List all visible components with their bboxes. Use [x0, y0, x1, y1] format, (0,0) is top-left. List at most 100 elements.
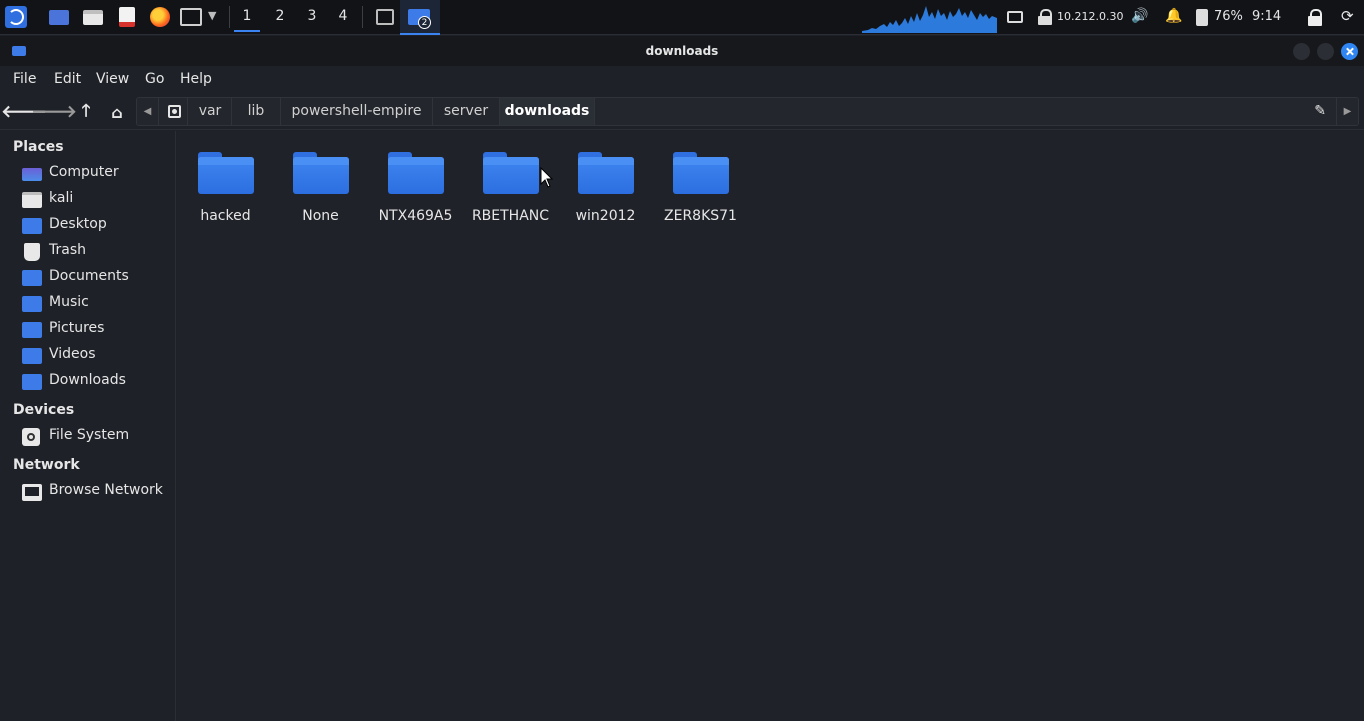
ip-address: 10.212.0.30 — [1057, 10, 1124, 23]
menu-file[interactable]: File — [13, 71, 36, 87]
path-segment-powershell-empire[interactable]: powershell-empire — [281, 98, 433, 125]
home-icon[interactable]: ⌂ — [106, 101, 128, 123]
folder-icon — [198, 152, 254, 196]
close-button[interactable] — [1341, 43, 1358, 60]
file-manager-launcher-icon[interactable] — [82, 6, 104, 28]
path-segment-server[interactable]: server — [433, 98, 500, 125]
sidebar-item-desktop[interactable]: Desktop — [20, 214, 170, 238]
music-folder-icon — [22, 296, 42, 312]
sidebar-item-videos[interactable]: Videos — [20, 344, 170, 368]
path-scroll-left-icon[interactable]: ◀ — [137, 98, 159, 125]
sidebar-section-places: Places — [13, 139, 64, 155]
sidebar-item-documents[interactable]: Documents — [20, 266, 170, 290]
terminal-launcher-icon[interactable] — [180, 6, 202, 28]
forward-arrow-icon[interactable]: 🡒 — [31, 101, 77, 123]
sidebar-item-music[interactable]: Music — [20, 292, 170, 316]
sidebar-item-label: Browse Network — [49, 482, 163, 498]
sidebar-item-file-system[interactable]: File System — [20, 425, 170, 449]
folder-item-hacked[interactable]: hacked — [178, 150, 273, 230]
folder-name: None — [302, 208, 339, 224]
notifications-bell-icon[interactable]: 🔔 — [1165, 8, 1182, 24]
window-title: downloads — [645, 44, 719, 58]
path-segment-var[interactable]: var — [189, 98, 232, 125]
folder-name: win2012 — [575, 208, 636, 224]
sidebar-item-trash[interactable]: Trash — [20, 240, 170, 264]
filesystem-root-icon[interactable] — [160, 98, 188, 125]
panel-separator — [229, 6, 230, 28]
sidebar-item-downloads[interactable]: Downloads — [20, 370, 170, 394]
display-icon[interactable] — [1007, 11, 1023, 23]
folder-icon — [483, 152, 539, 196]
parent-folder-up-icon[interactable]: 🡑 — [75, 101, 97, 123]
file-view[interactable]: hacked None NTX469A5 RBETHANC win2012 ZE… — [177, 131, 1364, 721]
vpn-lock-icon[interactable] — [1037, 9, 1053, 25]
pictures-folder-icon — [22, 322, 42, 338]
firefox-launcher-icon[interactable] — [149, 6, 171, 28]
workspace-2[interactable]: 2 — [267, 8, 293, 24]
menu-bar: File Edit View Go Help — [0, 66, 1364, 94]
folder-icon — [293, 152, 349, 196]
documents-folder-icon — [22, 270, 42, 286]
sidebar-item-browse-network[interactable]: Browse Network — [20, 480, 170, 504]
sidebar-item-label: Pictures — [49, 320, 105, 336]
folder-item-none[interactable]: None — [273, 150, 368, 230]
clock[interactable]: 9:14 — [1252, 9, 1281, 24]
sidebar-section-devices: Devices — [13, 402, 75, 418]
text-editor-launcher-icon[interactable] — [116, 6, 138, 28]
path-bar: ◀ var lib powershell-empire server downl… — [136, 97, 1359, 126]
folder-name: ZER8KS71 — [664, 208, 737, 224]
menu-view[interactable]: View — [96, 71, 129, 87]
battery-icon[interactable] — [1196, 9, 1208, 26]
taskbar-terminal-icon[interactable] — [374, 6, 396, 28]
folder-name: RBETHANC — [471, 208, 550, 224]
trash-icon — [24, 243, 40, 261]
folder-item-rbethanc[interactable]: RBETHANC — [463, 150, 558, 230]
lock-screen-icon[interactable] — [1307, 9, 1323, 26]
power-icon[interactable]: ⟳ — [1341, 7, 1354, 25]
folder-item-zer8ks71[interactable]: ZER8KS71 — [653, 150, 748, 230]
maximize-button[interactable] — [1317, 43, 1334, 60]
panel-separator — [362, 6, 363, 28]
menu-edit[interactable]: Edit — [54, 71, 81, 87]
sidebar-item-kali[interactable]: kali — [20, 188, 170, 212]
home-folder-icon — [22, 192, 42, 208]
sidebar-item-label: Trash — [49, 242, 86, 258]
path-segment-lib[interactable]: lib — [232, 98, 281, 125]
sidebar-item-label: Videos — [49, 346, 96, 362]
folder-name: NTX469A5 — [378, 208, 453, 224]
path-segment-downloads[interactable]: downloads — [500, 98, 595, 125]
cpu-graph — [862, 6, 997, 33]
kali-menu-icon[interactable] — [5, 6, 27, 28]
sidebar-item-label: Music — [49, 294, 89, 310]
taskbar-window-count-badge: 2 — [418, 16, 431, 29]
folder-icon — [388, 152, 444, 196]
sidebar-item-label: File System — [49, 427, 130, 443]
downloads-folder-icon — [22, 374, 42, 390]
terminal-dropdown-chevron-icon[interactable]: ▼ — [208, 9, 216, 22]
battery-percent: 76% — [1214, 9, 1243, 24]
menu-help[interactable]: Help — [180, 71, 212, 87]
toolbar: 🡐 🡒 🡑 ⌂ ◀ var lib powershell-empire serv… — [0, 94, 1364, 130]
sidebar-item-pictures[interactable]: Pictures — [20, 318, 170, 342]
network-monitor-icon — [22, 484, 42, 501]
folder-icon — [578, 152, 634, 196]
sidebar-item-label: Downloads — [49, 372, 126, 388]
computer-icon — [22, 168, 42, 181]
minimize-button[interactable] — [1293, 43, 1310, 60]
workspace-1[interactable]: 1 — [234, 8, 260, 32]
sidebar-section-network: Network — [13, 457, 80, 473]
show-desktop-icon[interactable] — [48, 6, 70, 28]
edit-location-pencil-icon[interactable]: ✎ — [1314, 103, 1326, 119]
folder-item-ntx469a5[interactable]: NTX469A5 — [368, 150, 463, 230]
sidebar-item-computer[interactable]: Computer — [20, 162, 170, 186]
mouse-pointer-icon — [540, 167, 554, 188]
menu-go[interactable]: Go — [145, 71, 164, 87]
workspace-3[interactable]: 3 — [299, 8, 325, 24]
sidebar-item-label: kali — [49, 190, 74, 206]
workspace-4[interactable]: 4 — [330, 8, 356, 24]
window-titlebar[interactable]: downloads — [0, 36, 1364, 66]
folder-item-win2012[interactable]: win2012 — [558, 150, 653, 230]
folder-icon — [673, 152, 729, 196]
path-scroll-right-icon[interactable]: ▶ — [1336, 98, 1358, 125]
volume-icon[interactable]: 🔊 — [1131, 8, 1148, 24]
